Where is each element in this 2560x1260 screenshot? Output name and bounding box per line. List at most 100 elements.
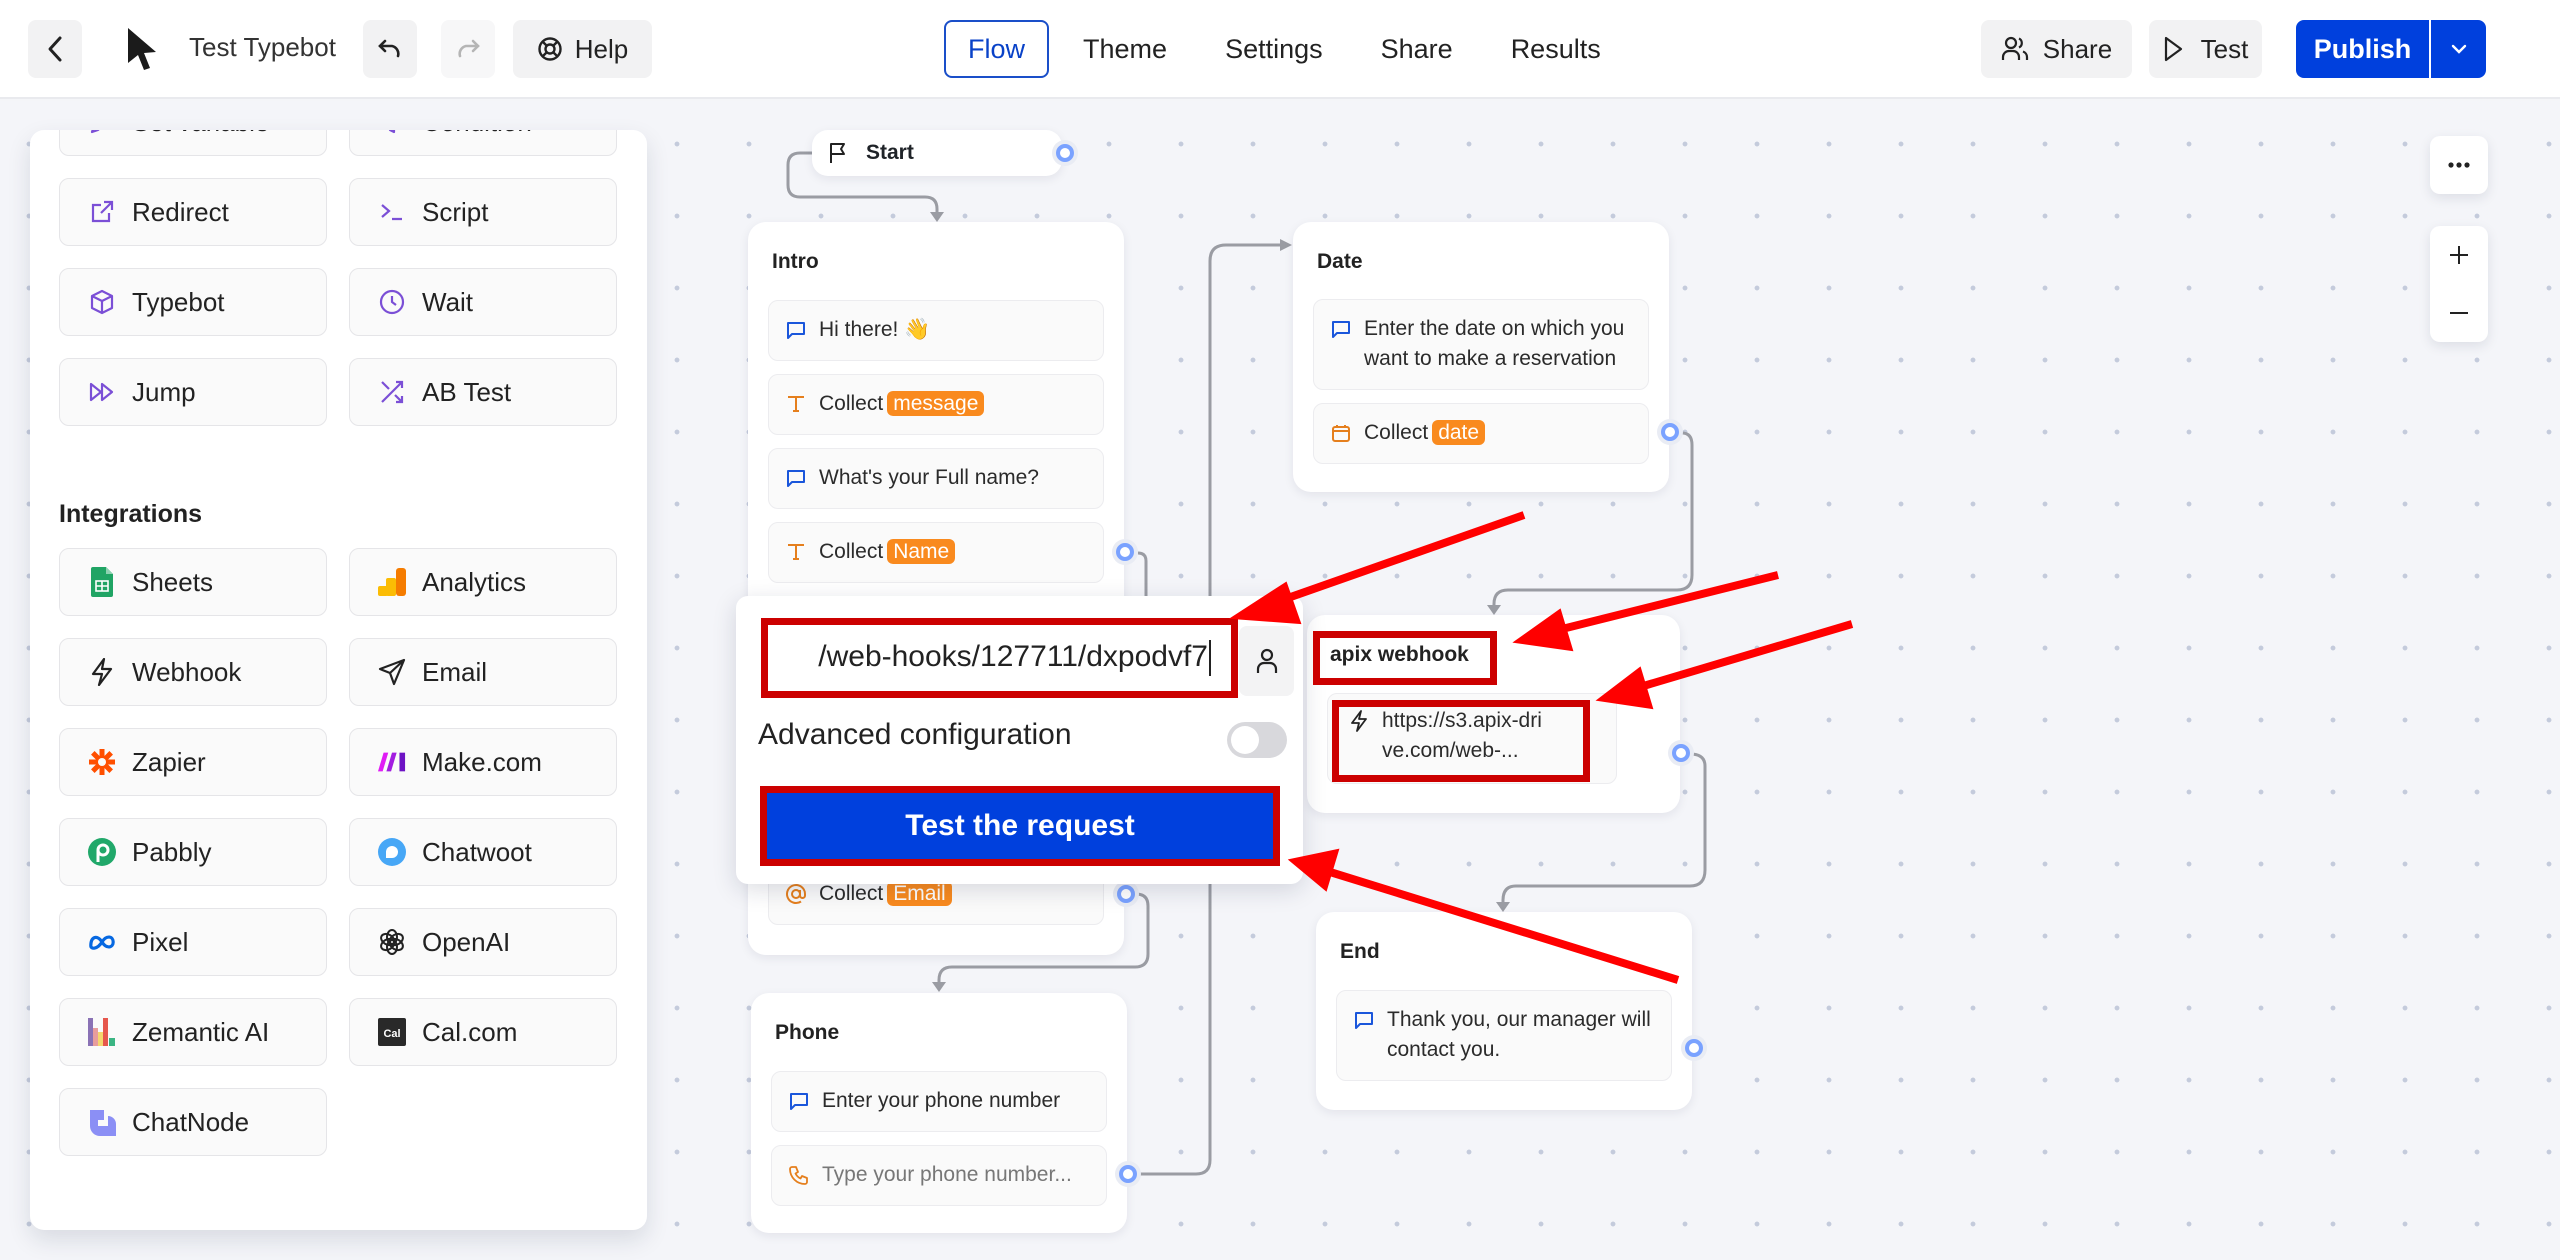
block-webhook[interactable]: Webhook: [59, 638, 327, 706]
chevron-down-icon: [2451, 44, 2466, 54]
plus-icon: [2450, 246, 2468, 264]
name-output-handle[interactable]: [1116, 543, 1134, 561]
clock-icon: [379, 289, 405, 315]
undo-icon: [378, 39, 400, 58]
block-openai[interactable]: OpenAI: [349, 908, 617, 976]
advanced-configuration-label: Advanced configuration: [758, 718, 1072, 751]
block-pabbly[interactable]: Pabbly: [59, 818, 327, 886]
block-label: Condition: [422, 130, 532, 138]
filter-icon: [388, 130, 396, 134]
block-label: Analytics: [422, 566, 527, 597]
block-chatwoot[interactable]: Chatwoot: [349, 818, 617, 886]
block-typebot[interactable]: Typebot: [59, 268, 327, 336]
share-button[interactable]: Share: [1981, 20, 2132, 78]
block-cal-com[interactable]: Cal Cal.com: [349, 998, 617, 1066]
phone-output-handle[interactable]: [1119, 1165, 1137, 1183]
typebot-name[interactable]: Test Typebot: [189, 32, 336, 63]
tab-results[interactable]: Results: [1487, 20, 1625, 78]
tab-settings[interactable]: Settings: [1201, 20, 1347, 78]
block-prefix: Collect: [819, 882, 884, 905]
block-ab-test[interactable]: AB Test: [349, 358, 617, 426]
tab-share[interactable]: Share: [1357, 20, 1477, 78]
integrations-heading: Integrations: [59, 500, 203, 528]
block-zapier[interactable]: Zapier: [59, 728, 327, 796]
block-pixel[interactable]: Pixel: [59, 908, 327, 976]
group-apix-webhook[interactable]: apix webhook https://s3.apix-drive.com/w…: [1307, 615, 1680, 813]
more-options-button[interactable]: [2430, 136, 2488, 194]
openai-icon: [380, 929, 404, 955]
date-input-block[interactable]: Collect date: [1313, 403, 1649, 464]
shuffle-icon: [381, 380, 404, 404]
share-label: Share: [2042, 33, 2113, 64]
block-wait[interactable]: Wait: [349, 268, 617, 336]
webhook-url-input[interactable]: /web-hooks/127711/dxpodvf7: [761, 618, 1238, 698]
block-label: Redirect: [132, 196, 229, 227]
advanced-configuration-toggle[interactable]: [1227, 722, 1287, 758]
zoom-in-button[interactable]: [2430, 226, 2488, 284]
zoom-controls: [2430, 226, 2488, 342]
pabbly-icon: [88, 838, 116, 866]
text-input-block[interactable]: Collect message: [768, 374, 1104, 435]
variable-tag: date: [1432, 420, 1486, 445]
back-button[interactable]: [28, 20, 82, 78]
group-date[interactable]: Date Enter the date on which you want to…: [1293, 222, 1669, 492]
insert-variable-button[interactable]: [1239, 626, 1294, 696]
group-phone[interactable]: Phone Enter your phone number Type your …: [751, 993, 1127, 1233]
block-sheets[interactable]: Sheets: [59, 548, 327, 616]
help-label: Help: [574, 33, 629, 64]
end-output-handle[interactable]: [1685, 1039, 1703, 1057]
block-text: Hi there! 👋: [819, 318, 931, 341]
editor-tabs: Flow Theme Settings Share Results: [944, 20, 1635, 78]
text-bubble-block[interactable]: Enter the date on which you want to make…: [1313, 299, 1649, 390]
url-input-value: /web-hooks/127711/dxpodvf7: [818, 639, 1208, 673]
tab-theme[interactable]: Theme: [1059, 20, 1191, 78]
publish-button[interactable]: Publish: [2296, 20, 2429, 78]
block-label: Set variable: [132, 130, 269, 138]
zoom-out-button[interactable]: [2430, 284, 2488, 342]
block-label: Email: [422, 656, 488, 687]
group-title: apix webhook: [1330, 643, 1469, 666]
phone-input-block[interactable]: Type your phone number...: [771, 1145, 1107, 1206]
group-end[interactable]: End Thank you, our manager will contact …: [1316, 912, 1692, 1110]
users-icon: [2001, 36, 2028, 60]
test-button[interactable]: Test: [2149, 20, 2262, 78]
block-zemantic-ai[interactable]: Zemantic AI: [59, 998, 327, 1066]
block-jump[interactable]: Jump: [59, 358, 327, 426]
block-email[interactable]: Email: [349, 638, 617, 706]
pencil-icon: [90, 130, 100, 134]
text-bubble-block[interactable]: Thank you, our manager will contact you.: [1336, 990, 1672, 1081]
webhook-output-handle[interactable]: [1672, 744, 1690, 762]
text-bubble-block[interactable]: Enter your phone number: [771, 1071, 1107, 1132]
google-analytics-icon: [378, 568, 406, 596]
redo-button[interactable]: [441, 20, 495, 78]
help-button[interactable]: Help: [513, 20, 652, 78]
test-request-button[interactable]: Test the request: [760, 786, 1280, 866]
email-output-handle[interactable]: [1117, 885, 1135, 903]
date-output-handle[interactable]: [1661, 423, 1679, 441]
block-analytics[interactable]: Analytics: [349, 548, 617, 616]
canvas-menu: [2430, 136, 2488, 194]
text-bubble-block[interactable]: What's your Full name?: [768, 448, 1104, 509]
block-label: Script: [422, 196, 489, 227]
start-output-handle[interactable]: [1056, 144, 1074, 162]
publish-options-button[interactable]: [2429, 20, 2486, 78]
text-input-icon: [788, 544, 804, 560]
webhook-block[interactable]: https://s3.apix-drive.com/web-...: [1327, 693, 1617, 784]
tab-flow[interactable]: Flow: [944, 20, 1050, 78]
start-node[interactable]: Start: [812, 130, 1062, 176]
text-bubble-block[interactable]: Hi there! 👋: [768, 300, 1104, 361]
block-condition[interactable]: Condition: [349, 130, 617, 156]
block-make[interactable]: Make.com: [349, 728, 617, 796]
block-redirect[interactable]: Redirect: [59, 178, 327, 246]
group-title: Phone: [775, 1021, 840, 1044]
google-sheets-icon: [91, 567, 113, 597]
undo-button[interactable]: [363, 20, 417, 78]
group-title: Date: [1317, 250, 1363, 273]
text-input-block[interactable]: Collect Name: [768, 522, 1104, 583]
block-script[interactable]: Script: [349, 178, 617, 246]
block-text: What's your Full name?: [819, 466, 1039, 489]
text-input-icon: [788, 396, 804, 412]
chatwoot-icon: [378, 838, 406, 866]
block-set-variable[interactable]: Set variable: [59, 130, 327, 156]
block-chatnode[interactable]: ChatNode: [59, 1088, 327, 1156]
